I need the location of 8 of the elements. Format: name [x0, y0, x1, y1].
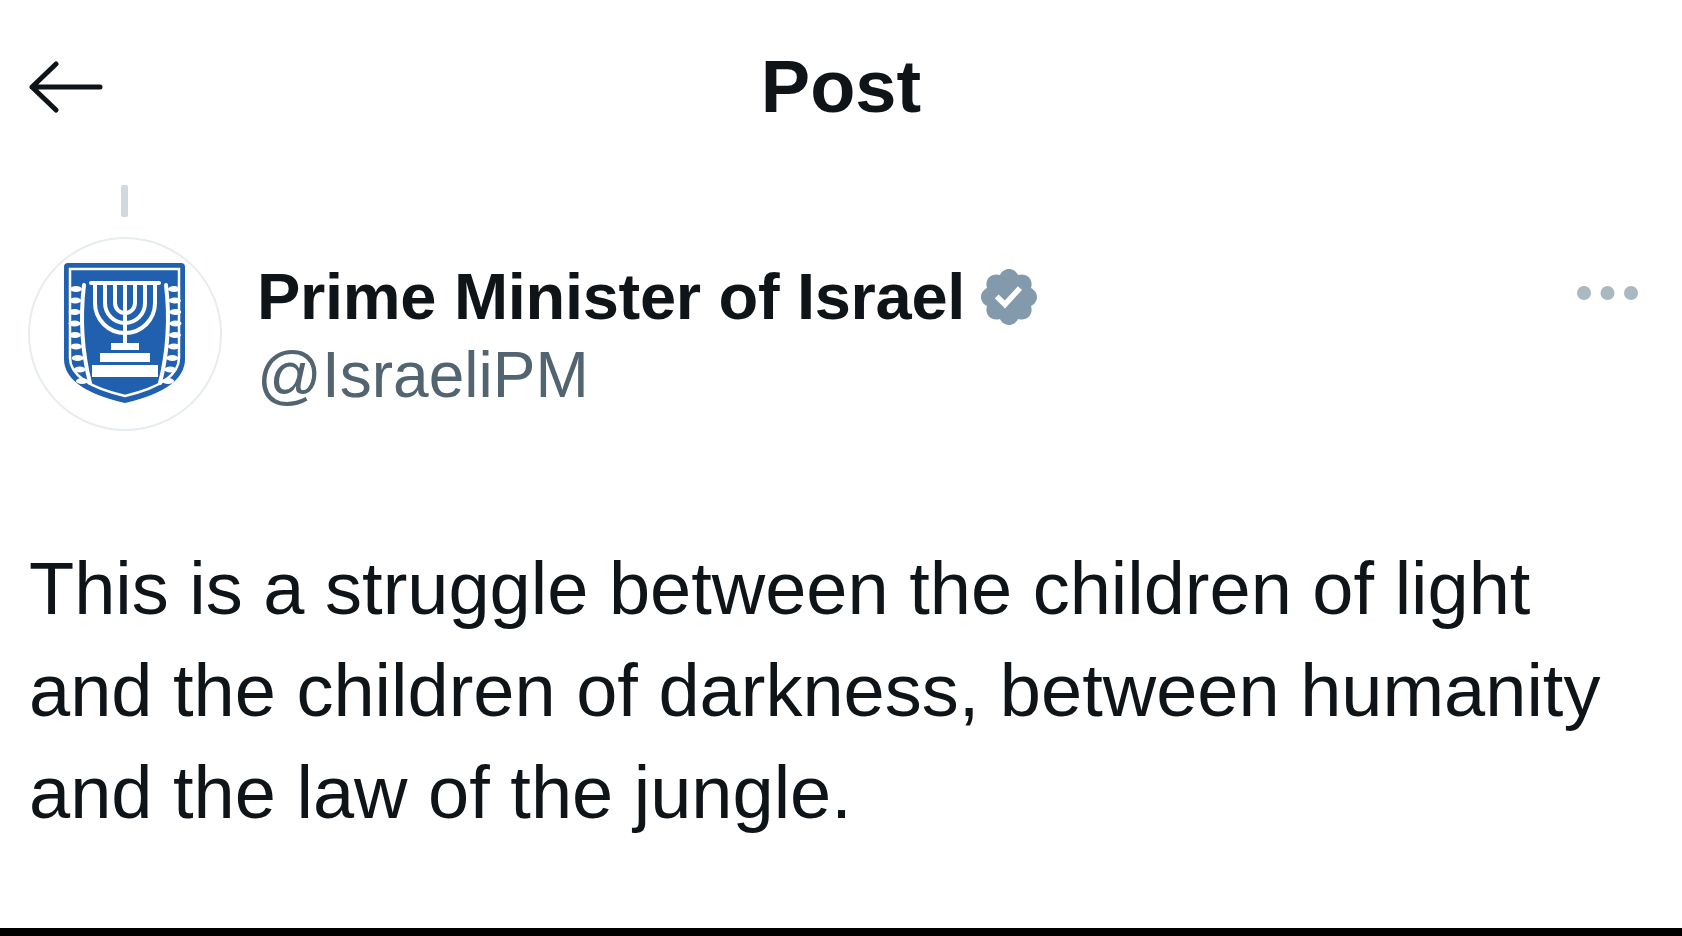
back-arrow-icon: [27, 61, 103, 113]
author-name[interactable]: Prime Minister of Israel: [257, 261, 966, 333]
post-text: This is a struggle between the children of light and the children of darkness, between humanity and the law of the jungle.: [28, 546, 1602, 836]
more-options-icon: [1577, 286, 1638, 300]
back-button[interactable]: [27, 61, 103, 113]
author-handle[interactable]: @IsraeliPM: [257, 339, 589, 411]
page-title: Post: [760, 50, 922, 124]
thread-connector-line: [121, 185, 128, 217]
